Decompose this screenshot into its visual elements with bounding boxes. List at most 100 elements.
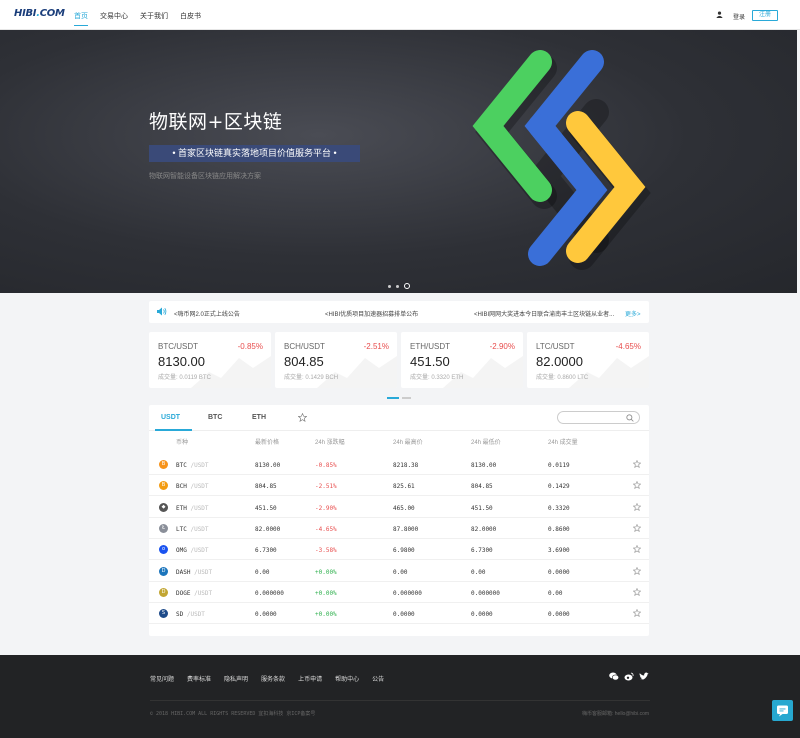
cell-price: 0.0000 xyxy=(255,611,277,619)
favorite-star-icon[interactable] xyxy=(632,608,642,619)
support-email[interactable]: 嗨币客服邮箱: hello@hibi.com xyxy=(582,710,649,717)
market-search-input[interactable] xyxy=(557,411,640,424)
ticker-change: -2.90% xyxy=(489,342,515,351)
ticker-price: 804.85 xyxy=(284,354,324,369)
weibo-icon[interactable] xyxy=(624,672,634,681)
notice-item-3[interactable]: <HIBI网网大奖进本今日联合渝南丰土区块链从业者... xyxy=(474,309,614,318)
pager-segment[interactable] xyxy=(402,397,411,399)
nav-about[interactable]: 关于我们 xyxy=(140,11,168,26)
tab-eth[interactable]: ETH xyxy=(252,414,266,421)
table-row[interactable]: B BCH /USDT 804.85 -2.51% 825.61 804.85 0.1429 xyxy=(149,475,649,497)
footer-link-listing[interactable]: 上币申请 xyxy=(298,674,322,683)
favorite-star-icon[interactable] xyxy=(632,544,642,555)
tab-favorites-star-icon[interactable] xyxy=(298,413,307,422)
favorite-star-icon[interactable] xyxy=(632,502,642,513)
cell-volume: 0.1429 xyxy=(548,483,570,491)
carousel-dot-1[interactable] xyxy=(388,284,391,288)
twitter-icon[interactable] xyxy=(639,672,649,681)
coin-logo-icon: ◆ xyxy=(159,502,168,512)
favorite-star-icon[interactable] xyxy=(632,523,642,534)
ticker-pair: LTC/USDT xyxy=(536,342,575,351)
notice-item-2[interactable]: <HIBI优质项目加速器招募排单公布 xyxy=(325,309,418,318)
market-table: USDT BTC ETH 币种 最新价格 24h 涨跌幅 24h 最高价 24h… xyxy=(149,405,649,636)
search-icon[interactable] xyxy=(626,414,634,422)
coin-symbol: LTC /USDT xyxy=(176,525,209,533)
table-row[interactable]: D DASH /USDT 0.00 +0.00% 0.00 0.00 0.0000 xyxy=(149,561,649,582)
ticker-card-eth[interactable]: ETH/USDT -2.90% 451.50 成交量: 0.3320 ETH xyxy=(401,332,523,388)
coin-symbol: ETH /USDT xyxy=(176,504,209,512)
favorite-star-icon[interactable] xyxy=(632,459,642,470)
sparkline-decoration xyxy=(317,356,397,388)
nav-trade[interactable]: 交易中心 xyxy=(100,11,128,26)
footer-link-fees[interactable]: 费率标准 xyxy=(187,674,211,683)
col-coin: 币种 xyxy=(176,440,189,446)
chevron-arrows-illustration xyxy=(472,50,651,270)
table-row[interactable]: o OMG /USDT 6.7300 -3.58% 6.9800 6.7300 3.6900 xyxy=(149,539,649,561)
hero-banner: 物联网+区块链 • 首家区块链真实落地项目价值服务平台 • 物联网智能设备区块链… xyxy=(0,30,797,293)
tab-usdt[interactable]: USDT xyxy=(161,414,180,421)
ticker-volume: 成交量: 0.3320 ETH xyxy=(410,375,464,381)
notice-bar: <嗨币网2.0正式上线公告 <HIBI优质项目加速器招募排单公布 <HIBI网网… xyxy=(149,301,649,323)
table-row[interactable]: D DOGE /USDT 0.000000 +0.00% 0.000000 0.00000… xyxy=(149,582,649,603)
login-link[interactable]: 登录 xyxy=(733,12,745,21)
carousel-dot-2[interactable] xyxy=(396,284,399,288)
favorite-star-icon[interactable] xyxy=(632,566,642,577)
banner-title: 物联网+区块链 xyxy=(149,111,283,133)
coin-symbol: SD /USDT xyxy=(176,611,205,619)
footer-link-faq[interactable]: 常见问题 xyxy=(150,674,174,683)
chat-bubble-icon xyxy=(777,705,788,717)
social-links xyxy=(609,672,649,681)
sparkline-decoration xyxy=(443,356,523,388)
nav-home[interactable]: 首页 xyxy=(74,11,88,26)
top-header: HIBI.COM 首页 交易中心 关于我们 白皮书 登录 注册 xyxy=(0,0,800,30)
coin-logo-icon: B xyxy=(159,460,168,469)
cell-price: 804.85 xyxy=(255,483,277,491)
table-row[interactable]: B BTC /USDT 8130.00 -0.85% 8218.38 8130.00 0.0… xyxy=(149,454,649,475)
cell-change: -2.51% xyxy=(315,483,337,491)
cell-volume: 0.8600 xyxy=(548,525,570,533)
ticker-change: -2.51% xyxy=(363,342,389,351)
table-row[interactable]: S SD /USDT 0.0000 +0.00% 0.0000 0.0000 0.0000 xyxy=(149,603,649,625)
pager-segment-active[interactable] xyxy=(387,397,399,399)
footer-link-terms[interactable]: 服务条款 xyxy=(261,674,285,683)
table-row[interactable]: ◆ ETH /USDT 451.50 -2.90% 465.00 451.50 0.3320 xyxy=(149,497,649,518)
footer-link-help[interactable]: 帮助中心 xyxy=(335,674,359,683)
ticker-volume: 成交量: 0.0119 BTC xyxy=(158,375,211,381)
table-row[interactable]: Ł LTC /USDT 82.0000 -4.65% 87.8000 82.0000 0.8… xyxy=(149,518,649,539)
chat-support-button[interactable] xyxy=(772,700,793,721)
cell-change: +0.00% xyxy=(315,568,337,576)
tab-btc[interactable]: BTC xyxy=(208,414,222,421)
ticker-pair: BTC/USDT xyxy=(158,342,198,351)
favorite-star-icon[interactable] xyxy=(632,587,642,598)
cell-price: 82.0000 xyxy=(255,525,281,533)
carousel-dot-3[interactable] xyxy=(404,283,410,289)
register-button[interactable]: 注册 xyxy=(752,10,778,21)
coin-logo-icon: D xyxy=(159,587,168,597)
carousel-dots xyxy=(388,283,410,289)
coin-symbol: DOGE /USDT xyxy=(176,589,213,597)
wechat-icon[interactable] xyxy=(609,672,619,681)
cell-high: 8218.38 xyxy=(393,462,419,469)
ticker-card-btc[interactable]: BTC/USDT -0.85% 8130.00 成交量: 0.0119 BTC xyxy=(149,332,271,388)
cell-change: -4.65% xyxy=(315,525,337,533)
favorite-star-icon[interactable] xyxy=(632,480,642,491)
cell-price: 6.7300 xyxy=(255,547,277,555)
ticker-price: 82.0000 xyxy=(536,354,583,369)
speaker-icon xyxy=(157,307,167,316)
banner-subtitle: 物联网智能设备区块链应用解决方案 xyxy=(149,173,261,180)
footer: 常见问题 费率标准 隐私声明 服务条款 上币申请 帮助中心 公告 © 2018 … xyxy=(0,655,800,738)
coin-symbol: DASH /USDT xyxy=(176,568,213,576)
cell-change: +0.00% xyxy=(315,611,337,619)
notice-item-1[interactable]: <嗨币网2.0正式上线公告 xyxy=(174,309,240,318)
logo[interactable]: HIBI.COM xyxy=(14,8,65,19)
ticker-card-ltc[interactable]: LTC/USDT -4.65% 82.0000 成交量: 0.8600 LTC xyxy=(527,332,649,388)
nav-whitepaper[interactable]: 白皮书 xyxy=(180,11,201,26)
notice-more-link[interactable]: 更多> xyxy=(625,309,641,318)
footer-link-notice[interactable]: 公告 xyxy=(372,674,384,683)
ticker-card-bch[interactable]: BCH/USDT -2.51% 804.85 成交量: 0.1429 BCH xyxy=(275,332,397,388)
cell-price: 451.50 xyxy=(255,504,277,512)
footer-link-privacy[interactable]: 隐私声明 xyxy=(224,674,248,683)
cell-low: 8130.00 xyxy=(471,462,497,469)
col-high: 24h 最高价 xyxy=(393,440,423,446)
ticker-pager xyxy=(387,397,411,399)
